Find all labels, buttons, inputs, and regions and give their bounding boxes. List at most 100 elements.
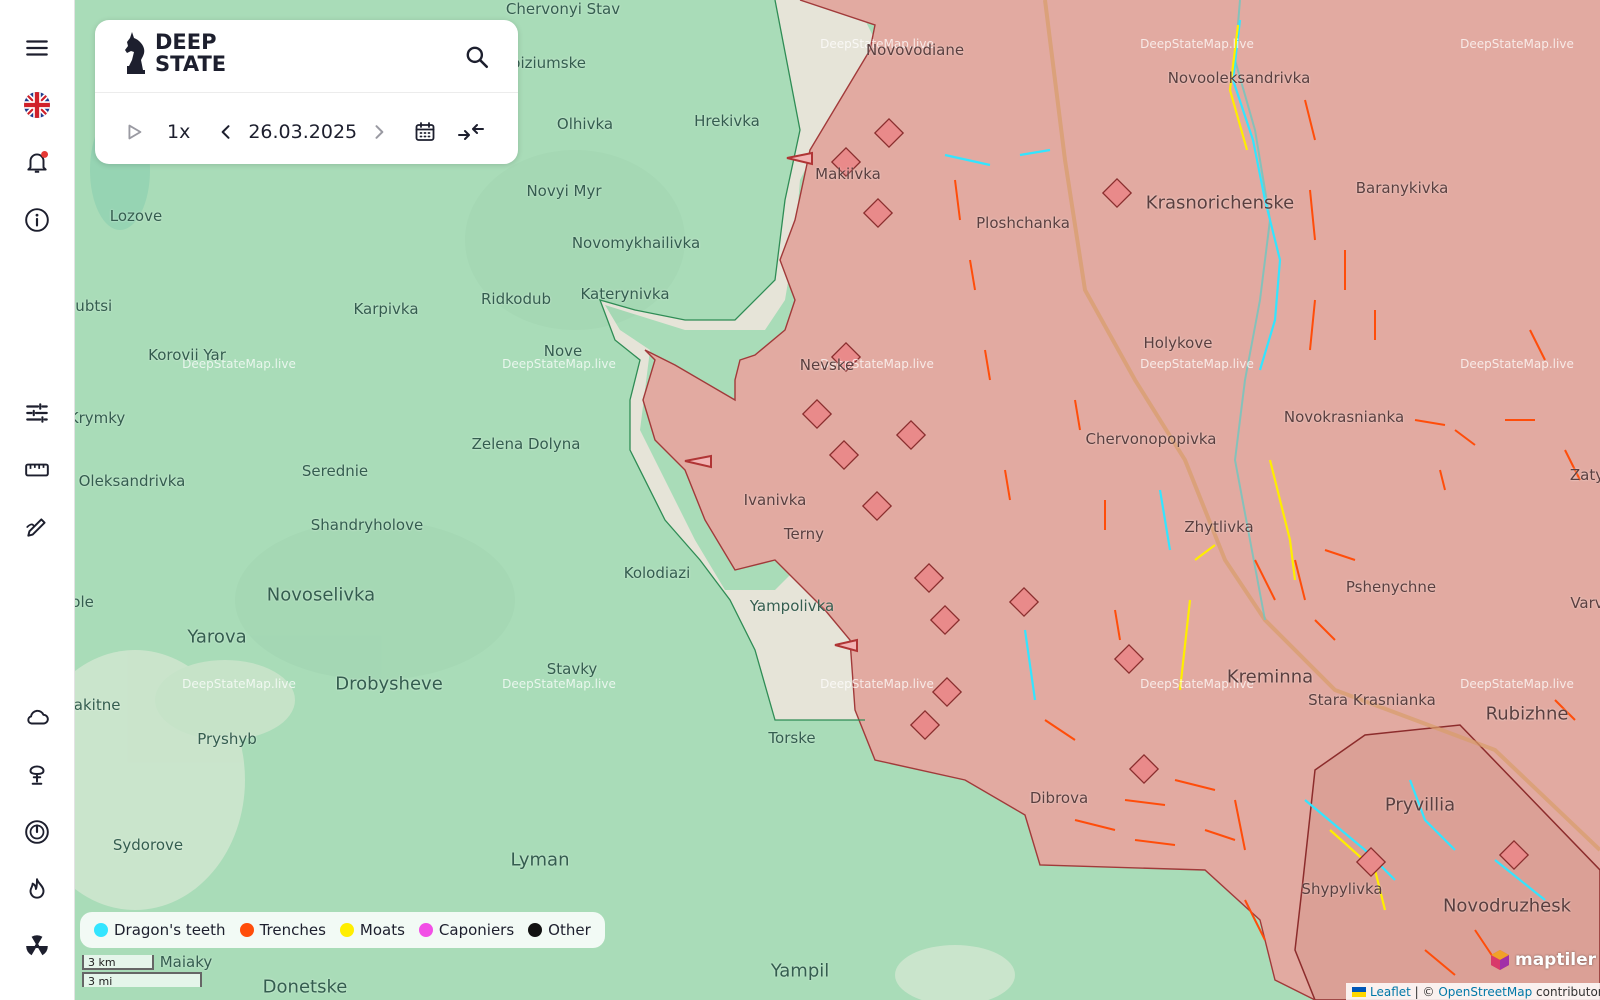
legend-item-dragons-teeth[interactable]: Dragon's teeth bbox=[94, 921, 226, 939]
fire-button[interactable] bbox=[17, 869, 57, 909]
menu-button[interactable] bbox=[17, 28, 57, 68]
weather-button[interactable] bbox=[17, 697, 57, 737]
place-label: Ridkodub bbox=[481, 290, 551, 308]
fortification-legend: Dragon's teeth Trenches Moats Caponiers … bbox=[80, 912, 605, 948]
place-label: Lyman bbox=[510, 849, 570, 871]
place-label: Torske bbox=[768, 729, 816, 747]
legend-item-moats[interactable]: Moats bbox=[339, 921, 405, 939]
brand-logo[interactable]: DEEP STATE bbox=[121, 30, 226, 76]
attribution-suffix: contributors bbox=[1536, 984, 1600, 999]
scale-metric: 3 km bbox=[82, 955, 154, 970]
timeline-controls: 1x 26.03.2025 bbox=[123, 114, 485, 150]
watermark: DeepStateMap.live bbox=[182, 677, 296, 691]
panel-divider bbox=[95, 92, 518, 93]
legend-label: Other bbox=[548, 921, 591, 939]
place-label: Zaty bbox=[1569, 466, 1600, 484]
explosion-icon bbox=[29, 765, 45, 785]
legend-item-caponiers[interactable]: Caponiers bbox=[418, 921, 515, 939]
place-label: Novoselivka bbox=[266, 584, 376, 606]
play-icon bbox=[128, 124, 142, 140]
place-label: Stavky bbox=[546, 660, 598, 678]
knight-logo-icon bbox=[125, 32, 145, 74]
maptiler-logo[interactable]: maptiler bbox=[1488, 948, 1596, 972]
place-label: Karpivka bbox=[353, 300, 419, 318]
legend-swatch bbox=[528, 923, 543, 937]
place-label: Kreminna bbox=[1226, 666, 1314, 688]
chevron-left-icon bbox=[222, 125, 230, 139]
chevron-right-icon bbox=[375, 125, 384, 139]
compare-button[interactable] bbox=[457, 114, 485, 150]
info-icon bbox=[25, 208, 49, 232]
legend-swatch bbox=[94, 923, 108, 937]
legend-swatch bbox=[239, 923, 254, 937]
ruler-icon bbox=[25, 463, 49, 477]
place-label: Rubizhne bbox=[1485, 703, 1569, 725]
place-label: Lozove bbox=[109, 207, 163, 225]
place-label: Stara Krasnianka bbox=[1308, 691, 1436, 709]
place-label: Subtsi bbox=[75, 297, 113, 315]
attribution-separator: | © bbox=[1410, 984, 1439, 999]
info-button[interactable] bbox=[17, 200, 57, 240]
nuclear-button[interactable] bbox=[17, 926, 57, 966]
place-label: Krasnorichenske bbox=[1145, 192, 1295, 214]
maptiler-logo-icon bbox=[1491, 950, 1509, 970]
legend-label: Dragon's teeth bbox=[114, 921, 226, 939]
ruler-button[interactable] bbox=[17, 450, 57, 490]
calendar-button[interactable] bbox=[413, 114, 437, 150]
place-label: Olhivka bbox=[556, 115, 614, 133]
place-label: Holykove bbox=[1143, 334, 1213, 352]
place-label: Kolodiazi bbox=[623, 564, 691, 582]
watermark: DeepStateMap.live bbox=[1460, 37, 1574, 51]
fire-icon bbox=[29, 878, 45, 899]
place-label: Baranykivka bbox=[1355, 179, 1449, 197]
brand-line-2: STATE bbox=[155, 52, 227, 76]
place-label: Novooleksandrivka bbox=[1167, 69, 1311, 87]
draw-button[interactable] bbox=[17, 507, 57, 547]
power-plant-icon bbox=[25, 820, 49, 844]
legend-swatch bbox=[339, 923, 354, 937]
place-label: Chervonyi Stav bbox=[505, 0, 621, 18]
menu-icon bbox=[26, 40, 48, 56]
search-icon bbox=[466, 46, 489, 69]
legend-swatch bbox=[418, 923, 433, 937]
legend-item-other[interactable]: Other bbox=[528, 921, 591, 939]
place-label: Pryvillia bbox=[1384, 794, 1456, 816]
place-label: Novokrasnianka bbox=[1283, 408, 1405, 426]
watermark: DeepStateMap.live bbox=[1460, 357, 1574, 371]
place-label: Sydorove bbox=[112, 836, 184, 854]
scale-imperial: 3 mi bbox=[82, 972, 202, 988]
watermark: DeepStateMap.live bbox=[1140, 37, 1254, 51]
control-panel: DEEP STATE 1x 26.03.2025 bbox=[95, 20, 518, 164]
osm-link[interactable]: OpenStreetMap bbox=[1438, 985, 1532, 999]
play-button[interactable] bbox=[123, 114, 145, 150]
compare-arrows-icon bbox=[458, 124, 485, 140]
leaflet-link[interactable]: Leaflet bbox=[1370, 985, 1411, 999]
notifications-button[interactable] bbox=[17, 142, 57, 182]
legend-label: Moats bbox=[359, 921, 405, 939]
current-date[interactable]: 26.03.2025 bbox=[248, 114, 357, 150]
speed-toggle[interactable]: 1x bbox=[167, 114, 190, 150]
explosion-button[interactable] bbox=[17, 754, 57, 794]
filters-button[interactable] bbox=[17, 393, 57, 433]
place-label: Terny bbox=[783, 525, 825, 543]
sidebar bbox=[0, 0, 75, 1000]
next-date-button[interactable] bbox=[369, 114, 389, 150]
language-button[interactable] bbox=[17, 85, 57, 125]
power-plant-button[interactable] bbox=[17, 812, 57, 852]
search-button[interactable] bbox=[460, 40, 494, 74]
place-label: Yarova bbox=[187, 626, 247, 648]
legend-item-trenches[interactable]: Trenches bbox=[239, 921, 326, 939]
previous-date-button[interactable] bbox=[216, 114, 236, 150]
radiation-icon bbox=[26, 935, 48, 956]
place-label: Nevske bbox=[799, 356, 855, 374]
place-label: Varv bbox=[1570, 594, 1600, 612]
legend-label: Caponiers bbox=[438, 921, 515, 939]
place-label: Hrekivka bbox=[694, 112, 760, 130]
place-label: Novovodiane bbox=[865, 41, 965, 59]
place-label: Ploshchanka bbox=[976, 214, 1070, 232]
place-label: Pshenychne bbox=[1345, 578, 1437, 596]
place-label: Zhytlivka bbox=[1184, 518, 1254, 536]
place-label: Yampil bbox=[770, 960, 830, 982]
place-label: Drobysheve bbox=[335, 673, 443, 695]
place-label: Pryshyb bbox=[197, 730, 257, 748]
